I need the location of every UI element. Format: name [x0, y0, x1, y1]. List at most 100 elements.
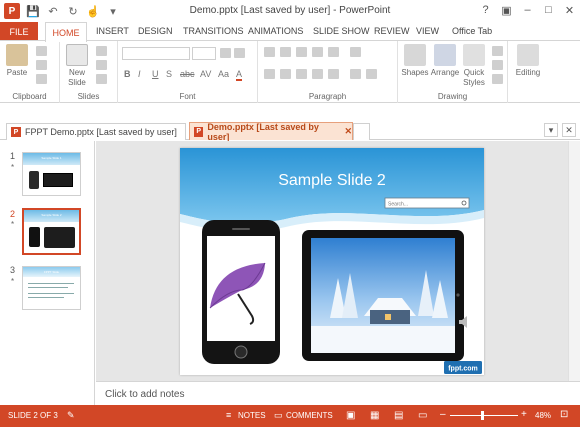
zoom-out-button[interactable]: – [440, 409, 446, 420]
bold-button[interactable]: B [124, 69, 131, 79]
decrease-indent-icon[interactable] [296, 47, 307, 57]
tab-view[interactable]: VIEW [416, 26, 439, 36]
zoom-in-button[interactable]: + [521, 409, 527, 420]
cut-icon[interactable] [36, 46, 47, 56]
align-left-icon[interactable] [264, 69, 275, 79]
arrange-button[interactable]: Arrange [430, 44, 460, 78]
zoom-level[interactable]: 48% [535, 411, 551, 420]
slide-show-icon[interactable]: ▭ [418, 410, 427, 421]
line-spacing-icon[interactable] [328, 47, 339, 57]
align-right-icon[interactable] [296, 69, 307, 79]
slide-thumbnail-2[interactable]: Sample Slide 2 [22, 208, 81, 255]
tab-file[interactable]: FILE [0, 22, 38, 41]
underline-button[interactable]: U [152, 69, 159, 79]
normal-view-icon[interactable]: ▣ [346, 410, 355, 421]
snow-ground [311, 326, 455, 353]
font-name-box[interactable] [122, 47, 190, 60]
notes-placeholder: Click to add notes [105, 389, 185, 400]
new-tab-area[interactable] [353, 123, 370, 140]
tablet-camera [456, 293, 460, 297]
slide-thumbnail-1[interactable]: Sample Slide 1 [22, 152, 81, 196]
shape-effects-icon[interactable] [492, 74, 503, 84]
format-painter-icon[interactable] [36, 74, 47, 84]
doc-tab-fppt-demo[interactable]: P FPPT Demo.pptx [Last saved by user] [6, 123, 186, 140]
reset-icon[interactable] [96, 60, 107, 70]
align-text-icon[interactable] [350, 69, 361, 79]
font-size-box[interactable] [192, 47, 216, 60]
vertical-scrollbar[interactable] [568, 141, 580, 381]
comments-toggle[interactable]: COMMENTS [286, 411, 333, 420]
font-color-button[interactable]: A [236, 69, 243, 81]
columns-icon[interactable] [328, 69, 339, 79]
strikethrough-button[interactable]: abc [180, 69, 195, 79]
minimize-button[interactable]: – [517, 0, 538, 20]
thumb-text-line [28, 287, 68, 288]
grow-font-icon[interactable] [220, 48, 231, 58]
text-direction-icon[interactable] [350, 47, 361, 57]
char-spacing-button[interactable]: AV [200, 69, 211, 79]
close-tab-icon[interactable]: ✕ [344, 126, 352, 137]
slide-thumbnail-3[interactable]: FPPT Slide [22, 266, 81, 310]
shape-outline-icon[interactable] [492, 60, 503, 70]
help-button[interactable]: ? [475, 0, 496, 20]
zoom-slider-track[interactable] [450, 415, 518, 416]
current-slide[interactable]: Sample Slide 2 Search... fppt.com [180, 148, 484, 375]
slide-sorter-icon[interactable]: ▦ [370, 410, 379, 421]
slide-title[interactable]: Sample Slide 2 [278, 172, 386, 189]
tab-slide-show[interactable]: SLIDE SHOW [313, 26, 370, 36]
shrink-font-icon[interactable] [234, 48, 245, 58]
layout-icon[interactable] [96, 46, 107, 56]
thumb-text-line [28, 293, 74, 294]
tab-list-dropdown-icon[interactable]: ▾ [544, 123, 558, 137]
increase-indent-icon[interactable] [312, 47, 323, 57]
tab-review[interactable]: REVIEW [374, 26, 410, 36]
new-slide-button[interactable]: New Slide [66, 44, 88, 88]
quick-styles-button[interactable]: Quick Styles [460, 44, 488, 88]
group-label-slides: Slides [77, 92, 100, 101]
new-slide-label: New Slide [68, 68, 86, 87]
italic-button[interactable]: I [138, 69, 141, 79]
align-center-icon[interactable] [280, 69, 291, 79]
ribbon-display-options-button[interactable]: ▣ [496, 0, 517, 20]
arrange-label: Arrange [430, 68, 460, 77]
smartart-icon[interactable] [366, 69, 377, 79]
group-label-font: Font [179, 92, 196, 101]
shadow-button[interactable]: S [166, 69, 172, 79]
section-icon[interactable] [96, 74, 107, 84]
comments-icon[interactable]: ▭ [274, 410, 283, 421]
zoom-slider-thumb[interactable] [481, 411, 484, 420]
pptx-file-icon: P [194, 126, 204, 137]
spell-check-icon[interactable]: ✎ [67, 410, 75, 421]
document-tab-bar: P FPPT Demo.pptx [Last saved by user] P … [0, 120, 580, 142]
close-button[interactable]: ✕ [559, 0, 580, 20]
numbering-icon[interactable] [280, 47, 291, 57]
reading-view-icon[interactable]: ▤ [394, 410, 403, 421]
justify-icon[interactable] [312, 69, 323, 79]
thumb-text-line [28, 283, 74, 284]
thumb-phone [29, 171, 39, 189]
notes-pane[interactable]: Click to add notes [96, 381, 580, 405]
tab-insert[interactable]: INSERT [96, 26, 129, 36]
paste-button[interactable]: Paste [6, 44, 28, 78]
tab-transitions[interactable]: TRANSITIONS [183, 26, 244, 36]
tab-office-tab[interactable]: Office Tab [452, 26, 492, 36]
slide-animation-star-2: * [11, 220, 15, 229]
editing-button[interactable]: Editing [512, 44, 544, 78]
doc-tab-demo[interactable]: P Demo.pptx [Last saved by user] ✕ [189, 122, 353, 142]
tab-design[interactable]: DESIGN [138, 26, 173, 36]
thumb-phone [29, 227, 40, 247]
bullets-icon[interactable] [264, 47, 275, 57]
shapes-label: Shapes [401, 68, 429, 77]
tab-animations[interactable]: ANIMATIONS [248, 26, 303, 36]
shape-fill-icon[interactable] [492, 46, 503, 56]
notes-icon[interactable]: ≡ [226, 410, 231, 420]
change-case-button[interactable]: Aa [218, 69, 229, 79]
shapes-button[interactable]: Shapes [401, 44, 429, 78]
copy-icon[interactable] [36, 60, 47, 70]
close-document-icon[interactable]: ✕ [562, 123, 576, 137]
tab-home[interactable]: HOME [45, 22, 87, 42]
notes-toggle[interactable]: NOTES [238, 411, 266, 420]
maximize-button[interactable]: □ [538, 0, 559, 20]
slide-number-3: 3 [10, 265, 16, 275]
fit-to-window-icon[interactable]: ⊡ [560, 409, 568, 420]
